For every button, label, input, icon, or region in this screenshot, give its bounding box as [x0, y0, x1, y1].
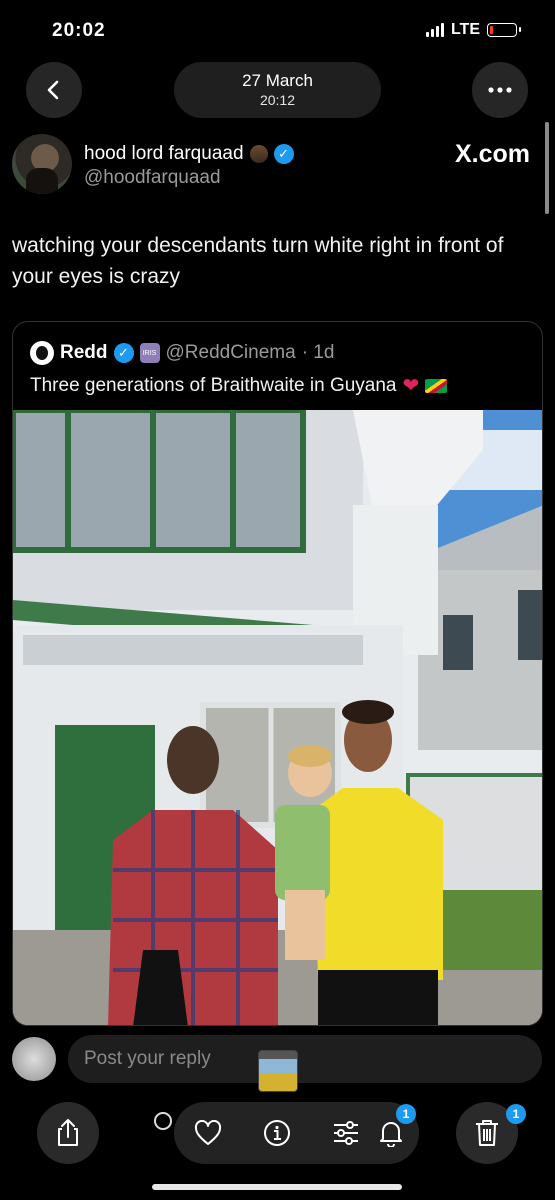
- info-button[interactable]: [263, 1119, 291, 1147]
- chevron-left-icon: [47, 80, 59, 100]
- quoted-photo[interactable]: [13, 410, 543, 1026]
- screenshot-thumbnail[interactable]: [258, 1050, 298, 1092]
- quoted-tweet[interactable]: Redd ✓ IRIS @ReddCinema · 1d Three gener…: [12, 321, 543, 1026]
- quoted-text-row: Three generations of Braithwaite in Guya…: [30, 373, 448, 398]
- search-icon[interactable]: [154, 1112, 172, 1130]
- quoted-age: · 1d: [301, 342, 335, 363]
- quoted-name: Redd: [60, 342, 108, 363]
- guyana-flag-icon: [425, 378, 448, 393]
- quoted-header: Redd ✓ IRIS @ReddCinema · 1d: [30, 341, 334, 365]
- share-button[interactable]: [37, 1102, 99, 1164]
- home-indicator[interactable]: [152, 1184, 402, 1190]
- sliders-icon: [334, 1121, 358, 1145]
- back-button[interactable]: [26, 62, 82, 118]
- quoted-handle: @ReddCinema: [165, 342, 296, 363]
- verified-icon: ✓: [113, 343, 134, 363]
- quoted-avatar[interactable]: [30, 341, 54, 365]
- author-handle[interactable]: @hoodfarquaad: [84, 167, 221, 189]
- network-label: LTE: [450, 21, 480, 38]
- trash-icon: [476, 1120, 498, 1146]
- status-time: 20:02: [52, 20, 106, 41]
- verified-icon: ✓: [273, 144, 294, 164]
- reply-avatar: [12, 1037, 56, 1081]
- trash-badge: 1: [506, 1104, 526, 1124]
- author-name: hood lord farquaad: [84, 143, 244, 164]
- author-name-row[interactable]: hood lord farquaad ✓: [84, 143, 294, 165]
- time-label: 20:12: [259, 92, 296, 108]
- author-avatar[interactable]: [12, 134, 72, 194]
- heart-icon: ❤: [402, 375, 420, 397]
- adjust-button[interactable]: [332, 1119, 360, 1147]
- date-label: 27 March: [242, 71, 313, 90]
- info-icon: [264, 1120, 290, 1146]
- action-pill: [174, 1102, 419, 1164]
- battery-icon: [487, 23, 521, 37]
- emoji-icon: [249, 145, 268, 163]
- notifications-button[interactable]: [377, 1119, 405, 1147]
- affiliate-badge-icon: IRIS: [139, 343, 160, 363]
- signal-icon: [425, 23, 444, 37]
- heart-outline-icon: [194, 1120, 222, 1145]
- date-pill[interactable]: 27 March 20:12: [174, 62, 381, 118]
- more-options-button[interactable]: [472, 62, 528, 118]
- source-label: X.com: [454, 140, 530, 168]
- notification-badge: 1: [396, 1104, 416, 1124]
- scrollbar[interactable]: [545, 122, 549, 214]
- ellipsis-icon: [488, 87, 512, 93]
- tweet-text: watching your descendants turn white rig…: [12, 234, 504, 288]
- share-icon: [58, 1119, 78, 1146]
- like-button[interactable]: [194, 1119, 222, 1147]
- quoted-text: Three generations of Braithwaite in Guya…: [30, 374, 397, 396]
- bell-icon: [380, 1122, 402, 1147]
- status-indicators: LTE: [425, 21, 521, 39]
- reply-input[interactable]: Post your reply: [68, 1035, 542, 1083]
